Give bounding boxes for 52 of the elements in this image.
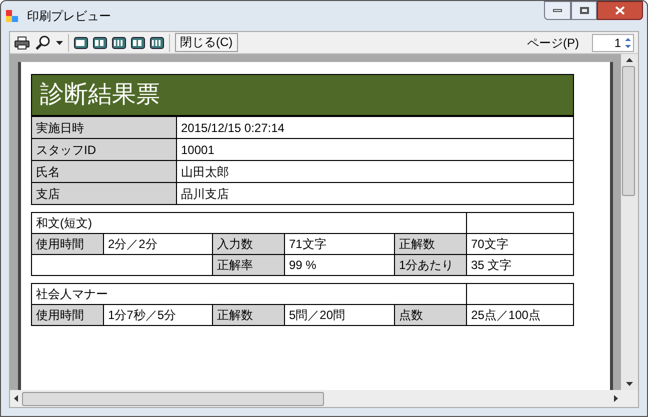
field-label: 支店 (32, 182, 176, 204)
field-value: 2分／2分 (104, 234, 212, 254)
page-layout-icon[interactable] (74, 36, 88, 48)
page-label: ページ(P) (527, 34, 579, 52)
field-label: 正解数 (394, 234, 466, 254)
scroll-thumb[interactable] (622, 66, 635, 196)
field-label: 実施日時 (32, 116, 176, 138)
field-value: 山田太郎 (176, 160, 574, 182)
page-layout-icon[interactable] (112, 36, 126, 48)
section-title: 和文(短文) (32, 212, 466, 234)
spin-arrows-icon (623, 36, 633, 50)
caret-icon[interactable] (56, 40, 63, 44)
field-label: 1分あたり (394, 254, 466, 276)
close-icon (615, 6, 625, 15)
field-label: スタッフID (32, 138, 176, 160)
field-label: 点数 (394, 304, 467, 326)
window-title: 印刷プレビュー (27, 8, 111, 25)
report-title: 診断結果票 (31, 74, 574, 116)
printer-icon[interactable] (14, 36, 30, 50)
field-label: 使用時間 (32, 234, 104, 254)
page-layout-icon[interactable] (150, 36, 164, 48)
field-value: 99 % (284, 254, 394, 276)
field-label: 正解率 (212, 254, 284, 276)
app-icon (5, 9, 19, 23)
page-layout-icon[interactable] (93, 36, 107, 48)
minimize-button[interactable] (544, 1, 571, 20)
close-preview-button[interactable]: 閉じる(C) (175, 33, 238, 52)
scroll-down-icon[interactable] (626, 382, 633, 386)
close-button[interactable] (597, 1, 643, 20)
field-value: 5問／20問 (284, 304, 394, 326)
vertical-scrollbar[interactable] (621, 54, 638, 390)
field-value: 70文字 (466, 234, 574, 254)
section-title: 社会人マナー (32, 284, 467, 304)
field-label: 使用時間 (32, 304, 104, 326)
field-label: 正解数 (212, 304, 284, 326)
scroll-up-icon[interactable] (626, 58, 633, 62)
page-layout-icon[interactable] (131, 36, 145, 48)
field-label: 入力数 (212, 234, 284, 254)
scroll-right-icon[interactable] (614, 395, 618, 402)
magnifier-icon[interactable] (35, 35, 51, 50)
field-value: 25点／100点 (466, 304, 574, 326)
scroll-thumb[interactable] (22, 392, 324, 406)
maximize-button[interactable] (571, 1, 597, 20)
page-spinner[interactable]: 1 (592, 34, 634, 52)
field-value: 10001 (176, 138, 574, 160)
field-value: 2015/12/15 0:27:14 (176, 116, 574, 138)
field-value: 35 文字 (466, 254, 574, 276)
field-value: 1分7秒／5分 (104, 304, 212, 326)
field-value: 品川支店 (176, 182, 574, 204)
field-value: 71文字 (284, 234, 394, 254)
scroll-left-icon[interactable] (14, 395, 18, 402)
field-label: 氏名 (32, 160, 176, 182)
